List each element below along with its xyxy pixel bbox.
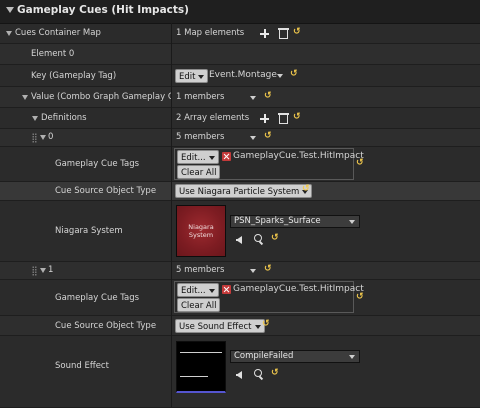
chevron-down-icon: [208, 288, 215, 293]
chevron-down-icon: [349, 355, 355, 359]
sound-effect-row: Sound Effect CompileFailed ↺: [0, 336, 480, 408]
chevron-down-icon: [254, 324, 261, 329]
array-item-members: 5 members: [176, 265, 225, 275]
delete-icon[interactable]: [278, 113, 289, 124]
tag-container: Edit... GameplayCue.Test.HitImpact Clear…: [174, 281, 364, 313]
key-label: Key (Gameplay Tag): [31, 71, 117, 81]
tag-container: Edit... GameplayCue.Test.HitImpact Clear…: [174, 148, 364, 180]
section-header[interactable]: Gameplay Cues (Hit Impacts): [0, 0, 480, 24]
key-row: Key (Gameplay Tag) Edit Event.Montage ↺: [0, 65, 480, 87]
cue-source-object-type-row: Cue Source Object Type Use Niagara Parti…: [0, 182, 480, 201]
add-icon[interactable]: [260, 29, 269, 38]
tags-edit-label: Edit...: [181, 286, 206, 296]
cue-source-object-type-label: Cue Source Object Type: [55, 186, 157, 196]
gameplay-cue-tags-label: Gameplay Cue Tags: [55, 159, 140, 169]
expand-arrow-icon[interactable]: [40, 268, 46, 273]
drag-handle-icon[interactable]: [32, 133, 37, 143]
expand-arrow-icon[interactable]: [40, 135, 46, 140]
chevron-down-icon: [198, 74, 205, 79]
cue-source-type-dropdown[interactable]: Use Sound Effect: [175, 319, 265, 333]
element-0-label: Element 0: [31, 49, 75, 59]
reset-to-default-icon[interactable]: ↺: [356, 158, 364, 168]
sound-effect-label: Sound Effect: [55, 361, 109, 371]
key-edit-button[interactable]: Edit: [175, 69, 209, 83]
reset-to-default-icon[interactable]: ↺: [293, 27, 301, 37]
expand-arrow-icon[interactable]: [32, 116, 38, 121]
browse-icon[interactable]: [254, 234, 262, 242]
tags-edit-button[interactable]: Edit...: [177, 283, 219, 297]
reset-to-default-icon[interactable]: ↺: [262, 319, 270, 329]
use-selected-icon[interactable]: [236, 371, 242, 379]
collapse-arrow-icon[interactable]: [6, 7, 14, 13]
section-title: Gameplay Cues (Hit Impacts): [17, 4, 189, 16]
reset-to-default-icon[interactable]: ↺: [264, 131, 272, 141]
chevron-down-icon: [349, 220, 355, 224]
reset-to-default-icon[interactable]: ↺: [271, 233, 279, 243]
chevron-down-icon[interactable]: [250, 269, 256, 273]
chevron-down-icon[interactable]: [250, 96, 256, 100]
definitions-row: Definitions 2 Array elements ↺: [0, 108, 480, 129]
niagara-asset-picker[interactable]: PSN_Sparks_Surface: [230, 215, 360, 228]
remove-tag-icon[interactable]: [222, 152, 231, 161]
reset-to-default-icon[interactable]: ↺: [302, 184, 310, 194]
cue-source-type-value: Use Sound Effect: [179, 322, 252, 332]
array-item-members: 5 members: [176, 132, 225, 142]
expand-arrow-icon[interactable]: [6, 31, 12, 36]
browse-icon[interactable]: [254, 369, 262, 377]
use-selected-icon[interactable]: [236, 236, 242, 244]
clear-all-button[interactable]: Clear All: [177, 165, 221, 179]
cue-source-type-value: Use Niagara Particle System: [179, 187, 300, 197]
delete-icon[interactable]: [278, 28, 289, 39]
tags-edit-label: Edit...: [181, 153, 206, 163]
key-edit-label: Edit: [179, 72, 196, 82]
niagara-asset-value: PSN_Sparks_Surface: [234, 216, 321, 226]
gameplay-tag-value: GameplayCue.Test.HitImpact: [233, 151, 364, 161]
cues-container-map-row: Cues Container Map 1 Map elements ↺: [0, 24, 480, 44]
reset-to-default-icon[interactable]: ↺: [293, 112, 301, 122]
definitions-count: 2 Array elements: [176, 113, 250, 123]
cue-source-object-type-label: Cue Source Object Type: [55, 321, 157, 331]
reset-to-default-icon[interactable]: ↺: [264, 264, 272, 274]
element-0-row: Element 0: [0, 44, 480, 65]
niagara-system-row: Niagara System Niagara System PSN_Sparks…: [0, 201, 480, 262]
array-item-index: 1: [48, 265, 54, 275]
reset-to-default-icon[interactable]: ↺: [356, 292, 364, 302]
key-tag-value: Event.Montage: [209, 70, 277, 80]
reset-to-default-icon[interactable]: ↺: [264, 91, 272, 101]
sound-asset-value: CompileFailed: [234, 351, 294, 361]
sound-asset-thumbnail[interactable]: [176, 341, 226, 393]
chevron-down-icon: [208, 155, 215, 160]
array-item-1-row: 1 5 members ↺: [0, 262, 480, 280]
remove-tag-icon[interactable]: [222, 285, 231, 294]
chevron-down-icon[interactable]: [250, 136, 256, 140]
value-label: Value (Combo Graph Gameplay Cue C: [31, 92, 171, 102]
reset-to-default-icon[interactable]: ↺: [271, 368, 279, 378]
add-icon[interactable]: [260, 114, 269, 123]
expand-arrow-icon[interactable]: [22, 95, 28, 100]
gameplay-tag-value: GameplayCue.Test.HitImpact: [233, 284, 364, 294]
clear-all-button[interactable]: Clear All: [177, 298, 221, 312]
thumbnail-text: Niagara System: [188, 223, 214, 239]
niagara-system-label: Niagara System: [55, 226, 123, 236]
map-count: 1 Map elements: [176, 28, 245, 38]
reset-to-default-icon[interactable]: ↺: [290, 69, 298, 79]
definitions-label: Definitions: [41, 113, 87, 123]
drag-handle-icon[interactable]: [32, 266, 37, 276]
gameplay-cue-tags-row: Gameplay Cue Tags Edit... GameplayCue.Te…: [0, 280, 480, 316]
sound-asset-picker[interactable]: CompileFailed: [230, 350, 360, 363]
tags-edit-button[interactable]: Edit...: [177, 150, 219, 164]
niagara-asset-thumbnail[interactable]: Niagara System: [176, 205, 226, 257]
chevron-down-icon[interactable]: [277, 74, 283, 78]
cues-container-map-label: Cues Container Map: [15, 28, 101, 38]
array-item-index: 0: [48, 132, 54, 142]
column-divider[interactable]: [171, 23, 172, 407]
gameplay-cue-tags-row: Gameplay Cue Tags Edit... GameplayCue.Te…: [0, 147, 480, 182]
gameplay-cue-tags-label: Gameplay Cue Tags: [55, 293, 140, 303]
cue-source-object-type-row: Cue Source Object Type Use Sound Effect …: [0, 316, 480, 336]
array-item-0-row: 0 5 members ↺: [0, 129, 480, 147]
cue-source-type-dropdown[interactable]: Use Niagara Particle System: [175, 184, 313, 198]
value-member-count: 1 members: [176, 92, 225, 102]
value-row: Value (Combo Graph Gameplay Cue C 1 memb…: [0, 87, 480, 108]
